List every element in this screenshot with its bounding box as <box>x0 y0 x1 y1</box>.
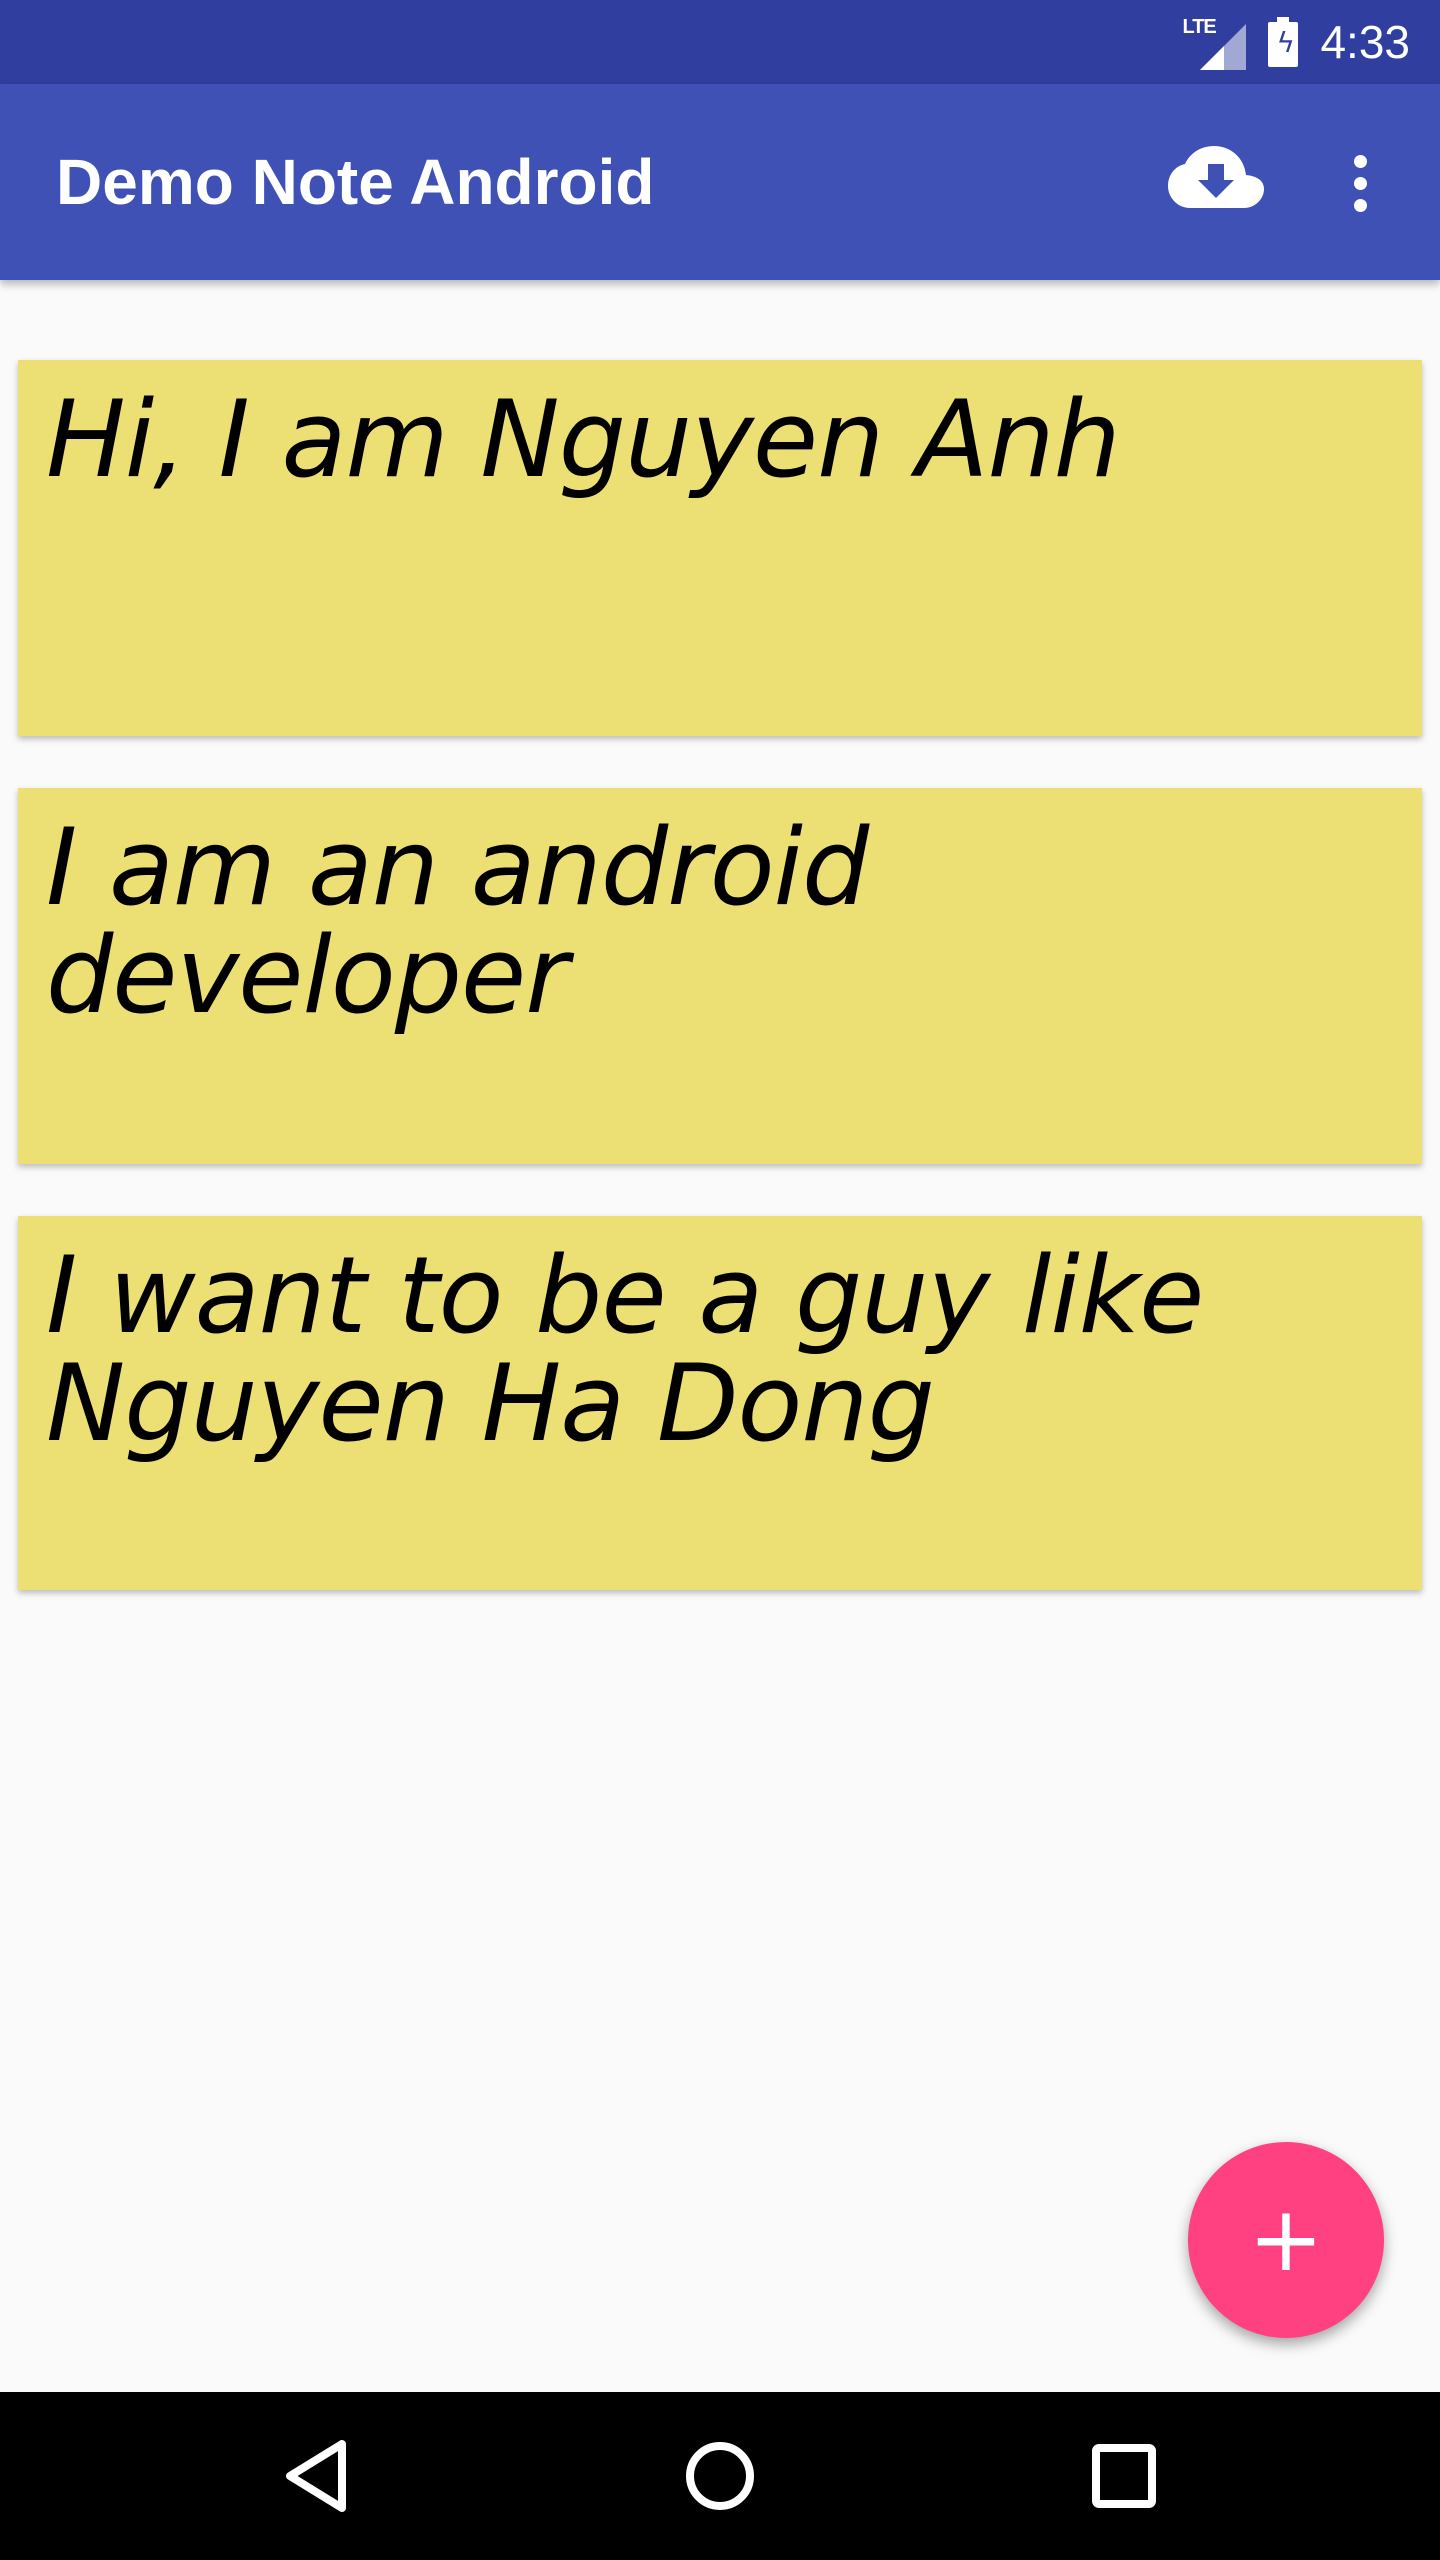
back-icon <box>286 2440 346 2512</box>
battery-charging-icon: ϟ <box>1268 17 1299 67</box>
status-bar: LTE ϟ 4:33 <box>0 0 1440 84</box>
screen: LTE ϟ 4:33 Demo Note Android Hi, I am Ng… <box>0 0 1440 2560</box>
add-icon: + <box>1248 2187 1324 2292</box>
note-text: Hi, I am Nguyen Anh <box>46 378 1121 501</box>
status-icons: LTE ϟ 4:33 <box>1182 0 1410 84</box>
note-text: I want to be a guy like Nguyen Ha Dong <box>46 1234 1204 1465</box>
note-text: I am an android developer <box>46 806 869 1037</box>
note-card[interactable]: I want to be a guy like Nguyen Ha Dong <box>18 1216 1422 1590</box>
recents-icon <box>1092 2444 1156 2508</box>
home-icon <box>686 2442 754 2510</box>
status-time: 4:33 <box>1320 16 1410 68</box>
signal-strength <box>1200 46 1225 70</box>
app-bar: Demo Note Android <box>0 84 1440 280</box>
app-title: Demo Note Android <box>56 146 655 218</box>
more-vert-icon <box>1353 154 1367 168</box>
add-note-button[interactable]: + <box>1188 2142 1384 2338</box>
recents-button[interactable] <box>1074 2426 1174 2526</box>
cloud-download-button[interactable] <box>1168 142 1264 222</box>
home-button[interactable] <box>670 2426 770 2526</box>
more-options-button[interactable] <box>1330 138 1390 228</box>
cloud-download-icon <box>1168 146 1264 208</box>
note-card[interactable]: I am an android developer <box>18 788 1422 1164</box>
navigation-bar <box>0 2392 1440 2560</box>
back-button[interactable] <box>266 2426 366 2526</box>
lte-signal-icon: LTE <box>1182 14 1247 70</box>
note-card[interactable]: Hi, I am Nguyen Anh <box>18 360 1422 736</box>
